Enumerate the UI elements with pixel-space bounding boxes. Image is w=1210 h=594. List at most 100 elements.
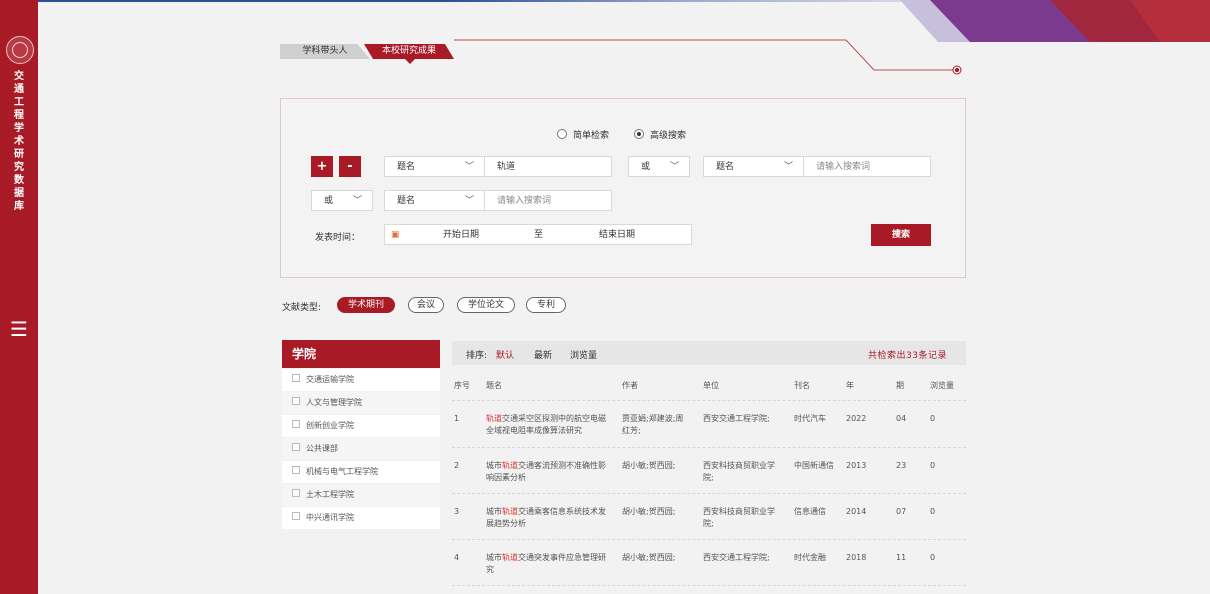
radio-simple-search[interactable]: 简单检索 xyxy=(557,128,609,141)
col-header-title: 题名 xyxy=(486,381,502,390)
row-3-views: 0 xyxy=(930,507,936,516)
add-condition-button[interactable]: + xyxy=(311,156,333,177)
radio-unchecked-icon xyxy=(557,129,567,139)
college-item-label: 公共课部 xyxy=(306,444,338,453)
row-4-year: 2018 xyxy=(846,553,867,562)
row-4-title[interactable]: 城市轨道交通突发事件应急管理研究 xyxy=(486,552,610,576)
row-3-unit: 西安科技商贸职业学院; xyxy=(703,507,775,528)
college-item[interactable]: 土木工程学院 xyxy=(282,484,440,506)
col-header-views: 浏览量 xyxy=(930,381,954,390)
row-2-title[interactable]: 城市轨道交通客流预测不准确性影响因素分析 xyxy=(486,460,610,484)
college-item[interactable]: 交通运输学院 xyxy=(282,369,440,391)
start-date-input[interactable]: 开始日期 xyxy=(443,225,479,246)
checkbox-icon xyxy=(292,512,300,520)
tab-school-research[interactable]: 本校研究成果 xyxy=(364,44,454,59)
col-header-unit: 单位 xyxy=(703,381,719,390)
logic-select-2[interactable]: 或 ﹀ xyxy=(311,190,373,211)
chevron-down-icon: ﹀ xyxy=(464,196,474,206)
col-header-issue: 期 xyxy=(896,381,904,390)
college-sidebar-title: 学院 xyxy=(282,340,440,368)
filter-journal[interactable]: 学术期刊 xyxy=(337,297,395,313)
header-decoration xyxy=(900,0,1210,42)
checkbox-icon xyxy=(292,397,300,405)
search-button[interactable]: 搜索 xyxy=(871,224,931,246)
date-range-field: ▣ 开始日期 至 结束日期 xyxy=(384,224,692,245)
row-2-no: 2 xyxy=(454,461,460,470)
title-prefix: 城市 xyxy=(486,507,502,516)
keyword-input-1[interactable]: 轨道 xyxy=(484,156,612,177)
menu-icon[interactable]: ☰ xyxy=(8,318,30,340)
college-item-label: 交通运输学院 xyxy=(306,375,354,384)
keyword-input-2[interactable]: 请输入搜索词 xyxy=(803,156,931,177)
filter-patent[interactable]: 专利 xyxy=(526,297,566,313)
field-select-1[interactable]: 题名 ﹀ xyxy=(384,156,485,177)
row-1-no: 1 xyxy=(454,414,460,423)
logic-select-1[interactable]: 或 ﹀ xyxy=(628,156,690,177)
college-item[interactable]: 公共课部 xyxy=(282,438,440,460)
college-item[interactable]: 创新创业学院 xyxy=(282,415,440,437)
col-header-journal: 刊名 xyxy=(794,381,810,390)
row-3-author: 胡小敏;贺西园; xyxy=(622,507,676,516)
end-date-input[interactable]: 结束日期 xyxy=(599,225,635,246)
title-prefix: 城市 xyxy=(486,461,502,470)
chevron-down-icon: ﹀ xyxy=(783,162,793,172)
radio-simple-label: 简单检索 xyxy=(573,131,610,141)
college-item-label: 机械与电气工程学院 xyxy=(306,467,378,476)
row-3-title[interactable]: 城市轨道交通乘客信息系统技术发展趋势分析 xyxy=(486,506,610,530)
row-3-year: 2014 xyxy=(846,507,867,516)
publish-date-label: 发表时间： xyxy=(315,233,361,243)
row-4-issue: 11 xyxy=(896,553,907,562)
title-prefix: 城市 xyxy=(486,553,502,562)
field-select-1-value: 题名 xyxy=(397,162,416,172)
checkbox-icon xyxy=(292,466,300,474)
row-1-author: 贾亚娟;郑建波;周红芳; xyxy=(622,414,684,435)
row-4-views: 0 xyxy=(930,553,936,562)
checkbox-icon xyxy=(292,374,300,382)
app-title: 交通工程学术研究数据库 xyxy=(14,71,24,212)
row-1-views: 0 xyxy=(930,414,936,423)
college-item-label: 中兴通讯学院 xyxy=(306,513,354,522)
college-item[interactable]: 机械与电气工程学院 xyxy=(282,461,440,483)
remove-condition-button[interactable]: - xyxy=(339,156,361,177)
college-item[interactable]: 中兴通讯学院 xyxy=(282,507,440,529)
row-1-title[interactable]: 轨道交通采空区探测中的航空电磁全域视电阻率成像算法研究 xyxy=(486,413,610,437)
chevron-down-icon: ﹀ xyxy=(464,162,474,172)
row-divider xyxy=(452,585,966,586)
keyword-input-3[interactable]: 请输入搜索词 xyxy=(484,190,612,211)
date-to-label: 至 xyxy=(534,230,544,240)
sort-views[interactable]: 浏览量 xyxy=(570,348,597,361)
college-item[interactable]: 人文与管理学院 xyxy=(282,392,440,414)
row-divider xyxy=(452,400,966,401)
row-2-author: 胡小敏;贺西园; xyxy=(622,461,676,470)
title-highlight: 轨道 xyxy=(486,414,502,423)
chevron-down-icon: ﹀ xyxy=(352,196,362,206)
university-logo-icon xyxy=(6,36,34,64)
checkbox-icon xyxy=(292,420,300,428)
title-highlight: 轨道 xyxy=(502,507,518,516)
title-highlight: 轨道 xyxy=(502,461,518,470)
field-select-2[interactable]: 题名 ﹀ xyxy=(703,156,804,177)
field-select-3[interactable]: 题名 ﹀ xyxy=(384,190,485,211)
row-3-journal: 信息通信 xyxy=(794,507,826,516)
field-select-3-value: 题名 xyxy=(397,196,416,206)
row-2-journal: 中国新通信 xyxy=(794,461,834,470)
filter-thesis[interactable]: 学位论文 xyxy=(457,297,515,313)
radio-advanced-label: 高级搜索 xyxy=(650,131,687,141)
tab-discipline-leader[interactable]: 学科带头人 xyxy=(280,44,370,59)
checkbox-icon xyxy=(292,443,300,451)
row-divider xyxy=(452,539,966,540)
sort-latest[interactable]: 最新 xyxy=(534,348,552,361)
sort-label: 排序: xyxy=(466,351,488,361)
row-2-unit: 西安科技商贸职业学院; xyxy=(703,461,775,482)
advanced-search-panel xyxy=(280,98,966,278)
doc-type-label: 文献类型: xyxy=(282,303,322,313)
radio-checked-icon xyxy=(634,129,644,139)
row-2-views: 0 xyxy=(930,461,936,470)
sort-default[interactable]: 默认 xyxy=(496,348,514,361)
row-1-unit: 西安交通工程学院; xyxy=(703,414,770,423)
filter-conference[interactable]: 会议 xyxy=(408,297,444,313)
col-header-author: 作者 xyxy=(622,381,638,390)
row-4-author: 胡小敏;贺西园; xyxy=(622,553,676,562)
chevron-down-icon: ﹀ xyxy=(669,162,679,172)
radio-advanced-search[interactable]: 高级搜索 xyxy=(634,128,686,141)
